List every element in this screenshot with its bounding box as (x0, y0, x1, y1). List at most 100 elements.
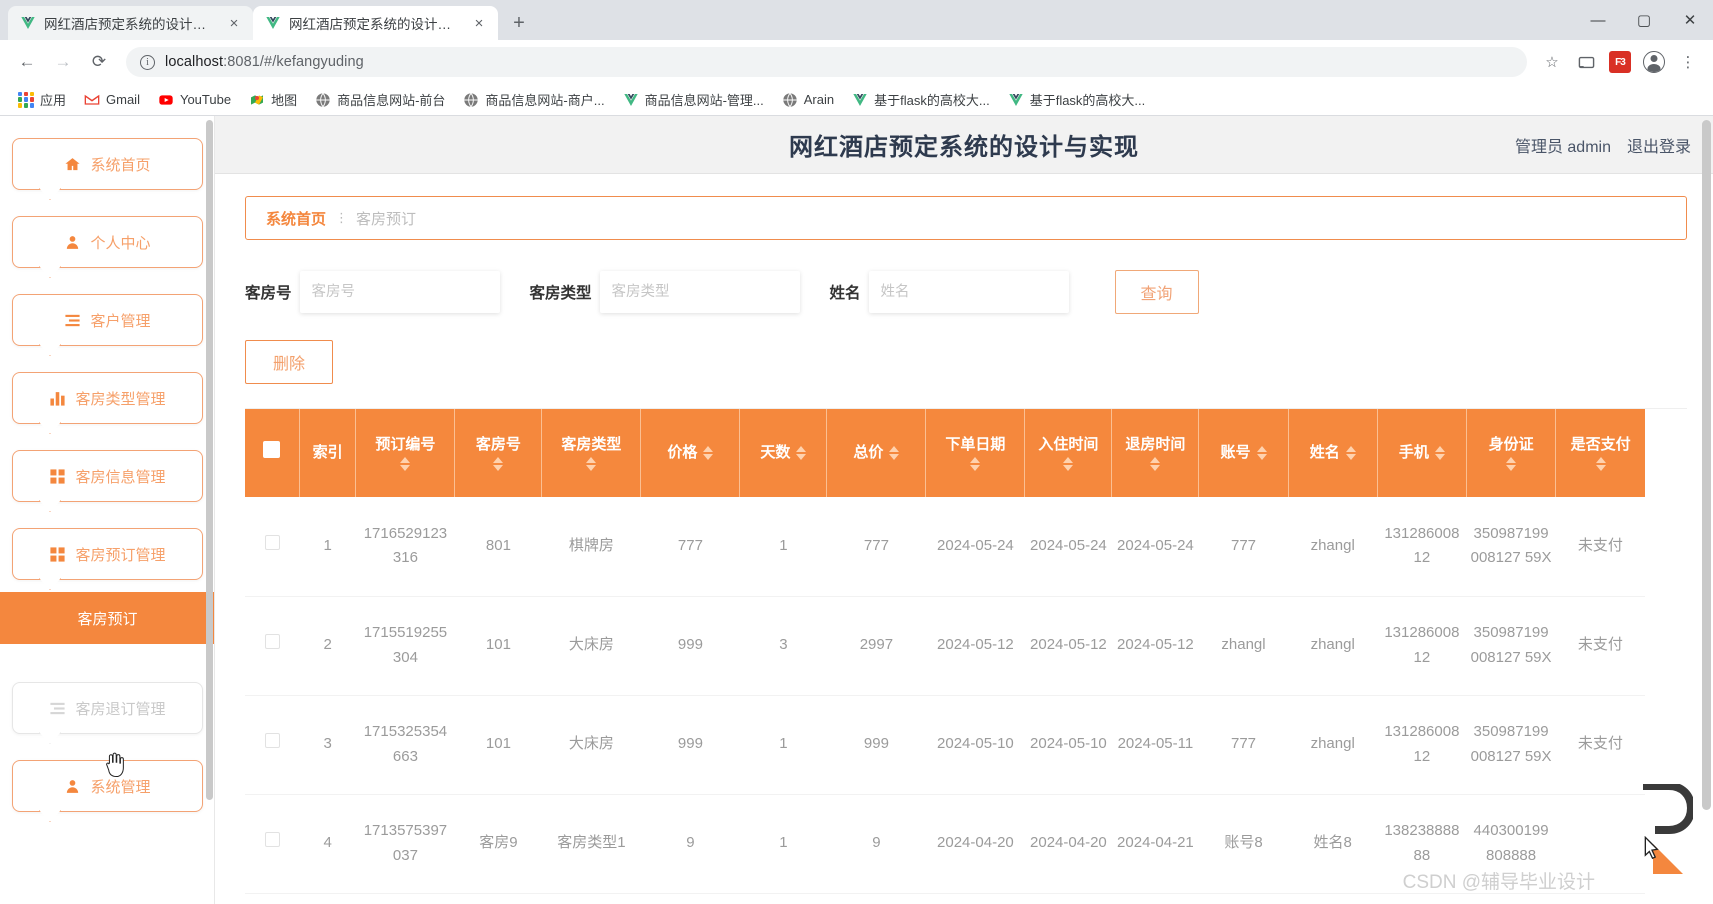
table-header-checkbox (245, 409, 300, 497)
extension-icon[interactable]: F3 (1605, 47, 1635, 77)
room-no-input[interactable] (299, 271, 500, 313)
cell-days: 3 (739, 596, 827, 696)
sidebar-item-room-info[interactable]: 客房信息管理 (12, 450, 203, 502)
new-tab-button[interactable]: + (504, 8, 534, 38)
sort-toggle-icon[interactable] (889, 446, 900, 460)
cell-checkbox[interactable] (245, 596, 300, 696)
bookmark-goods-admin[interactable]: 商品信息网站-管理... (615, 87, 772, 112)
sort-toggle-icon[interactable] (1150, 457, 1161, 472)
browser-tab-1[interactable]: 网红酒店预定系统的设计与实现 × (8, 6, 253, 40)
table-header-price[interactable]: 价格 (640, 409, 741, 497)
table-header-account[interactable]: 账号 (1198, 409, 1289, 497)
table-header-label: 客房类型 (561, 435, 622, 453)
table-row: 1 1716529123316 801 棋牌房 777 1 777 2024-05-24 202… (245, 497, 1645, 597)
table-header-label: 入住时间 (1038, 435, 1099, 453)
sidebar-item-label: 客户管理 (90, 312, 151, 330)
row-checkbox[interactable] (264, 733, 280, 749)
maximize-icon[interactable]: ▢ (1621, 0, 1667, 40)
cell-room_no: 101 (454, 695, 542, 795)
sort-toggle-icon[interactable] (493, 457, 504, 472)
close-icon[interactable]: × (225, 14, 243, 32)
bookmark-goods-merchant[interactable]: 商品信息网站-商户... (455, 87, 612, 112)
info-icon[interactable]: i (140, 54, 155, 70)
bookmark-arain[interactable]: Arain (774, 89, 842, 111)
star-icon[interactable]: ☆ (1537, 47, 1567, 77)
cell-paid (1555, 794, 1645, 894)
room-type-input[interactable] (599, 271, 800, 313)
row-checkbox[interactable] (264, 634, 280, 650)
name-input[interactable] (868, 271, 1069, 313)
sort-toggle-icon[interactable] (1506, 457, 1517, 472)
mouse-cursor-arrow (1644, 836, 1659, 860)
bookmark-flask-2[interactable]: 基于flask的高校大... (1000, 87, 1154, 112)
bookmark-apps[interactable]: 应用 (10, 87, 74, 112)
bookmark-youtube[interactable]: YouTube (150, 89, 239, 111)
sidebar-item-home[interactable]: 系统首页 (12, 138, 203, 190)
forward-icon[interactable]: → (46, 45, 80, 79)
sort-toggle-icon[interactable] (1345, 446, 1356, 460)
browser-tab-2[interactable]: 网红酒店预定系统的设计与实现 × (253, 6, 498, 40)
table-header-order_no[interactable]: 预订编号 (355, 409, 456, 497)
sort-toggle-icon[interactable] (703, 446, 714, 460)
profile-avatar-icon[interactable] (1639, 47, 1669, 77)
cast-icon[interactable] (1571, 47, 1601, 77)
table-header-room_type[interactable]: 客房类型 (541, 409, 642, 497)
table-header-order_date[interactable]: 下单日期 (925, 409, 1026, 497)
bookmark-maps[interactable]: 地图 (241, 87, 305, 112)
sort-toggle-icon[interactable] (970, 457, 981, 472)
address-bar[interactable]: i localhost:8081/#/kefangyuding (126, 47, 1527, 77)
cell-phone: 13823888888 (1377, 794, 1467, 894)
breadcrumb-home-link[interactable]: 系统首页 (266, 208, 326, 229)
sidebar-item-customer[interactable]: 客户管理 (12, 294, 203, 346)
bookmark-gmail[interactable]: Gmail (76, 89, 148, 111)
sidebar-item-refund-mgmt[interactable]: 客房退订管理 (12, 682, 203, 734)
table-header-checkout[interactable]: 退房时间 (1111, 409, 1200, 497)
close-icon[interactable]: × (470, 14, 488, 32)
browser-menu-icon[interactable]: ⋮ (1673, 47, 1703, 77)
cell-total: 999 (826, 695, 926, 795)
select-all-checkbox[interactable] (263, 441, 281, 459)
sidebar-item-profile[interactable]: 个人中心 (12, 216, 203, 268)
bar-chart-icon (50, 391, 66, 406)
main-scrollbar[interactable] (1702, 120, 1711, 810)
table-header-phone[interactable]: 手机 (1377, 409, 1467, 497)
cell-paid: 未支付 (1555, 497, 1645, 597)
cell-checkbox[interactable] (245, 695, 300, 795)
table-header-total[interactable]: 总价 (826, 409, 927, 497)
table-header-room_no[interactable]: 客房号 (454, 409, 543, 497)
sort-toggle-icon[interactable] (1434, 446, 1445, 460)
sort-toggle-icon[interactable] (586, 457, 597, 472)
query-button[interactable]: 查询 (1114, 270, 1199, 314)
table-header-name[interactable]: 姓名 (1288, 409, 1378, 497)
sort-toggle-icon[interactable] (1256, 446, 1267, 460)
cell-checkbox[interactable] (245, 497, 300, 597)
window-close-icon[interactable]: ✕ (1667, 0, 1713, 40)
back-icon[interactable]: ← (10, 45, 44, 79)
delete-button[interactable]: 删除 (245, 340, 333, 384)
table-header-id_card[interactable]: 身份证 (1466, 409, 1557, 497)
row-checkbox[interactable] (264, 535, 280, 551)
sort-toggle-icon[interactable] (1063, 457, 1074, 472)
cell-checkbox[interactable] (245, 794, 300, 894)
table-header-paid[interactable]: 是否支付 (1555, 409, 1645, 497)
bookmark-flask-1[interactable]: 基于flask的高校大... (844, 87, 998, 112)
minimize-icon[interactable]: — (1575, 0, 1621, 40)
cell-order_no: 1715325354663 (355, 695, 455, 795)
logout-link[interactable]: 退出登录 (1627, 133, 1691, 157)
table-header-days[interactable]: 天数 (739, 409, 828, 497)
table-header-checkin[interactable]: 入住时间 (1024, 409, 1113, 497)
cell-price: 999 (640, 695, 740, 795)
sidebar-item-room-type[interactable]: 客房类型管理 (12, 372, 203, 424)
sidebar-item-room-booking-mgmt[interactable]: 客房预订管理 (12, 528, 203, 580)
sort-toggle-icon[interactable] (1595, 457, 1606, 472)
sort-toggle-icon[interactable] (400, 457, 411, 472)
sort-toggle-icon[interactable] (796, 446, 807, 460)
cell-order_date: 2024-05-24 (925, 497, 1025, 597)
browser-toolbar: ← → ⟳ i localhost:8081/#/kefangyuding ☆ … (0, 40, 1713, 84)
reload-icon[interactable]: ⟳ (82, 45, 116, 79)
bookmark-goods-front[interactable]: 商品信息网站-前台 (307, 87, 453, 112)
cell-account: 账号8 (1198, 794, 1289, 894)
sidebar-subitem-room-booking[interactable]: 客房预订 (0, 592, 215, 644)
row-checkbox[interactable] (264, 832, 280, 848)
sidebar-scrollbar[interactable] (206, 120, 213, 800)
